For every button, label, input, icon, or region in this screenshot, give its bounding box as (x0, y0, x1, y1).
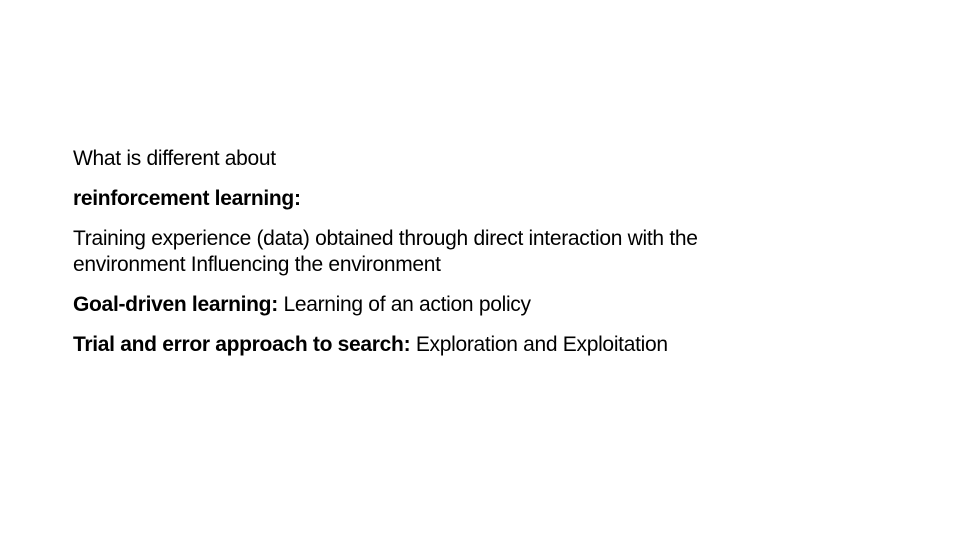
text-line-rl-heading: reinforcement learning: (73, 186, 903, 212)
line-text: What is different about (73, 147, 276, 170)
line-text: Training experience (data) obtained thro… (73, 227, 698, 250)
line-text: environment Influencing the environment (73, 253, 441, 276)
text-line-intro: What is different about (73, 146, 903, 172)
slide-body: What is different about reinforcement le… (73, 146, 903, 358)
text-line-trial-and-error: Trial and error approach to search: Expl… (73, 332, 903, 358)
line-text: Exploration and Exploitation (410, 333, 668, 356)
line-bold: Trial and error approach to search: (73, 333, 411, 356)
text-line-environment: environment Influencing the environment (73, 252, 903, 278)
line-bold: Goal-driven learning: (73, 293, 278, 316)
text-line-training-experience: Training experience (data) obtained thro… (73, 226, 903, 252)
text-line-goal-driven: Goal-driven learning: Learning of an act… (73, 292, 903, 318)
line-bold: reinforcement learning: (73, 187, 301, 210)
slide: What is different about reinforcement le… (0, 0, 960, 540)
line-text: Learning of an action policy (277, 293, 531, 316)
